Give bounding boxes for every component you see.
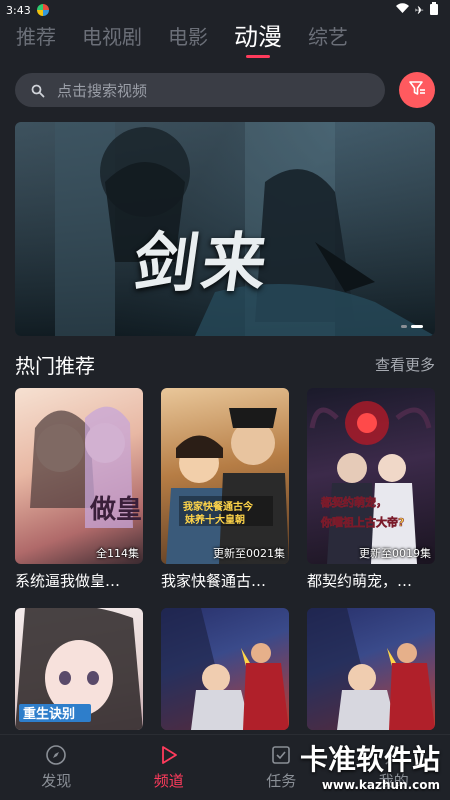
battery-icon [430, 2, 438, 18]
svg-text:你嚯祖上古大帝?: 你嚯祖上古大帝? [320, 515, 404, 529]
anime-card[interactable] [161, 608, 289, 730]
banner-title: 剑来 [128, 226, 276, 301]
featured-banner[interactable]: 剑来 [15, 122, 435, 336]
carousel-dot-active [411, 325, 423, 328]
card-cover [307, 608, 435, 730]
section-title: 热门推荐 [15, 353, 95, 378]
filter-icon [407, 78, 427, 102]
anime-card[interactable]: 我家快餐通古今 妹养十大皇朝 更新至0021集 我家快餐通古… [161, 388, 289, 591]
nav-discover[interactable]: 发现 [16, 744, 96, 791]
episode-badge: 全114集 [96, 547, 139, 560]
status-time: 3:43 [6, 3, 31, 17]
compass-icon [46, 745, 67, 765]
search-row: 点击搜索视频 [15, 72, 435, 108]
hot-section-header: 热门推荐 查看更多 [15, 350, 435, 378]
nav-channel[interactable]: 频道 [129, 744, 209, 791]
anime-card[interactable] [307, 608, 435, 730]
tab-tv-series[interactable]: 电视剧 [82, 20, 142, 56]
search-icon [31, 83, 45, 98]
anime-card[interactable]: 做皇 全114集 系统逼我做皇… [15, 388, 143, 591]
carousel-dot [401, 325, 407, 328]
airplane-icon: ✈ [414, 3, 424, 17]
svg-text:做皇: 做皇 [89, 495, 142, 525]
tab-anime[interactable]: 动漫 [234, 20, 282, 56]
card-title: 我家快餐通古… [161, 572, 267, 590]
play-icon [161, 746, 177, 764]
card-cover [161, 608, 289, 730]
nav-discover-label: 发现 [41, 772, 72, 790]
watermark: 卡准软件站 www.kazhun.com [300, 738, 440, 792]
task-icon [272, 746, 291, 764]
card-cover: 做皇 全114集 [15, 388, 143, 564]
nav-tasks-label: 任务 [266, 772, 297, 790]
episode-badge: 更新至0021集 [213, 547, 285, 560]
episode-badge: 更新至0019集 [359, 547, 431, 560]
app-notification-icon [36, 4, 49, 16]
search-placeholder: 点击搜索视频 [57, 81, 148, 100]
card-title: 系统逼我做皇… [15, 572, 121, 590]
anime-card[interactable]: 重生诀别 [15, 608, 143, 730]
anime-card[interactable]: 都契约萌宠， 你嚯祖上古大帝? 更新至0019集 都契约萌宠，… [307, 388, 435, 591]
search-input[interactable]: 点击搜索视频 [15, 73, 385, 107]
card-cover: 重生诀别 [15, 608, 143, 730]
see-more-link[interactable]: 查看更多 [375, 354, 435, 375]
card-cover: 我家快餐通古今 妹养十大皇朝 更新至0021集 [161, 388, 289, 564]
status-bar: 3:43 ✈ [0, 0, 450, 20]
carousel-indicator [401, 325, 423, 328]
watermark-text: 卡准软件站 [299, 743, 440, 776]
category-tabs: 推荐 电视剧 电影 动漫 综艺 [0, 20, 450, 60]
card-title: 都契约萌宠，… [307, 572, 413, 590]
card-cover: 都契约萌宠， 你嚯祖上古大帝? 更新至0019集 [307, 388, 435, 564]
svg-text:我家快餐通古今: 我家快餐通古今 [183, 500, 254, 513]
nav-channel-label: 频道 [153, 772, 184, 790]
tab-recommend[interactable]: 推荐 [16, 20, 56, 56]
watermark-url: www.kazhun.com [321, 778, 440, 792]
svg-text:都契约萌宠，: 都契约萌宠， [320, 495, 387, 509]
tab-variety[interactable]: 综艺 [308, 20, 348, 56]
svg-text:妹养十大皇朝: 妹养十大皇朝 [184, 513, 245, 526]
filter-button[interactable] [399, 72, 435, 108]
tab-movies[interactable]: 电影 [168, 20, 208, 56]
wifi-icon [395, 3, 409, 17]
svg-text:重生诀别: 重生诀别 [23, 706, 75, 722]
